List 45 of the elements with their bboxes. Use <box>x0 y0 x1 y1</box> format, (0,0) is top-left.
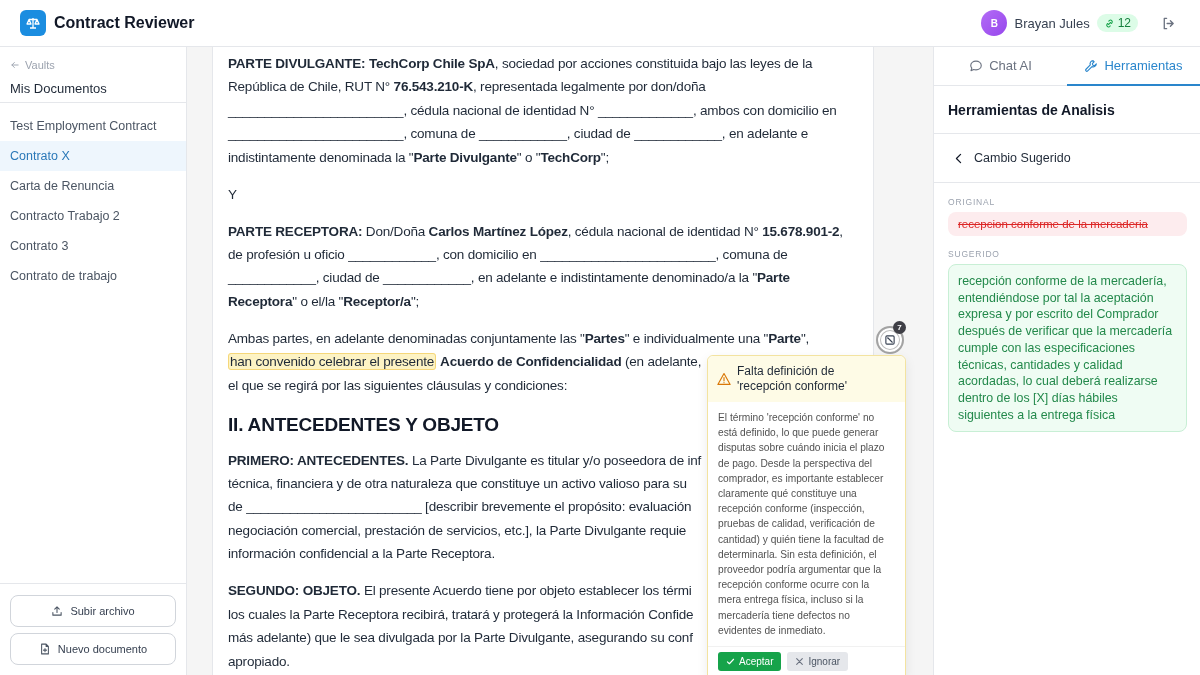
new-document-button[interactable]: Nuevo documento <box>10 633 176 665</box>
panel-tab[interactable]: Herramientas <box>1067 47 1200 86</box>
document-item[interactable]: Test Employment Contract <box>0 111 186 141</box>
square-slash-icon <box>884 334 896 346</box>
panel-title: Herramientas de Analisis <box>934 86 1200 134</box>
user-avatar[interactable]: B <box>981 10 1008 36</box>
credits-count: 12 <box>1117 16 1131 30</box>
upload-button[interactable]: Subir archivo <box>10 595 176 627</box>
warning-icon <box>717 372 731 386</box>
suggested-label: SUGERIDO <box>948 249 1001 259</box>
issue-count-badge: 7 <box>893 321 906 334</box>
contract-paragraph: PRIMERO: ANTECEDENTES. La Parte Divulgante es titular y/o poseedora de inf técnica, financiera y de otra naturaleza que constituye un activo valioso para su de ________________________ [describir brevemente el propósito: evaluación negociación comercial, prestación de servicios, etc.], la Parte Divulgante requie información confidencial a la Parte Receptora. <box>228 451 702 564</box>
contract-paragraph: Y <box>228 185 237 204</box>
document-item[interactable]: Contrato X <box>0 141 186 171</box>
view-title: Cambio Sugerido <box>974 151 1071 165</box>
suggested-text: recepción conforme de la mercadería, entendiéndose por tal la aceptación expresa y por escrito del Comprador después de verificar que la mercadería cumple con las especificaciones técnicas, cantidades y calidad acordadas, lo cual deberá realizarse dentro de los [X] días hábiles siguientes a la entrega física <box>948 264 1187 433</box>
document-item[interactable]: Contracto Trabajo 2 <box>0 201 186 231</box>
contract-paragraph: SEGUNDO: OBJETO. El presente Acuerdo tiene por objeto establecer los térmi los cuales la Parte Receptora recibirá, tratará y protegerá la Información Confide más adelante) que le sea divulgada por la Parte Divulgante, asegurando su conf apropiado. <box>228 582 694 671</box>
check-icon <box>726 657 735 667</box>
document-item[interactable]: Contrato 3 <box>0 231 186 261</box>
issue-description: El término 'recepción conforme' no está definido, lo que puede generar disputas sobre cuándo inicia el plazo de pago. Desde la perspectiva del comprador, es importante establecer claramente qué constituye una recepción conforme (inspección, pruebas de calidad, verificación de cantidad) y quién tiene la facultad de determinarla. Sin esta definición, el proveedor podría argumentar que la recepción conforme ocurre con la mera entrega física, incluso si la mercadería tiene defectos no evidentes de inmediato. <box>717 411 886 638</box>
vault-name: Mis Documentos <box>10 81 108 96</box>
wrench-icon <box>1084 58 1099 73</box>
original-label: ORIGINAL <box>948 197 997 207</box>
contract-paragraph: PARTE DIVULGANTE: TechCorp Chile SpA, sociedad por acciones constituida bajo las leyes de la República de Chile, RUT N° 76.543.210-K, representada legalmente por don/doña ________________________, cédula nacional de identidad N° _____________, ambos con domicilio en ________________________, comuna de ____________, ciudad de ____________, en adelante e indistintamente denominada la "Parte Divulgante" o "TechCorp"; <box>228 55 837 167</box>
chevron-left-icon <box>955 152 962 164</box>
scale-logo-icon <box>20 10 46 36</box>
close-icon <box>795 657 805 667</box>
panel-tab[interactable]: Chat AI <box>934 47 1067 86</box>
user-name: Brayan Jules <box>1014 15 1090 31</box>
issue-title: Falta definición de 'recepción conforme' <box>737 364 848 394</box>
logout-icon <box>1161 15 1176 31</box>
document-item[interactable]: Carta de Renuncia <box>0 171 186 201</box>
link-icon <box>1103 17 1115 29</box>
document-plus-icon <box>38 643 51 655</box>
section-heading: II. ANTECEDENTES Y OBJETO <box>228 412 499 437</box>
chat-bubble-icon <box>969 58 984 73</box>
issue-marker-button[interactable] <box>876 326 904 354</box>
arrow-left-icon <box>10 60 20 70</box>
document-item[interactable]: Contrato de trabajo <box>0 261 186 291</box>
ignore-button[interactable]: Ignorar <box>787 652 849 672</box>
app-title: Contract Reviewer <box>54 14 195 32</box>
original-text: recepcion conforme de la mercaderia <box>948 212 1187 236</box>
upload-icon <box>51 605 64 617</box>
contract-paragraph: PARTE RECEPTORA: Don/Doña Carlos Martínez López, cédula nacional de identidad N° 15.678.901-2, de profesión u oficio ____________, con domicilio en ________________________, comuna de ____________, ciudad de ____________, en adelante e indistintamente denominado/a la "Parte Receptora" o el/la "Receptor/a"; <box>228 222 843 311</box>
